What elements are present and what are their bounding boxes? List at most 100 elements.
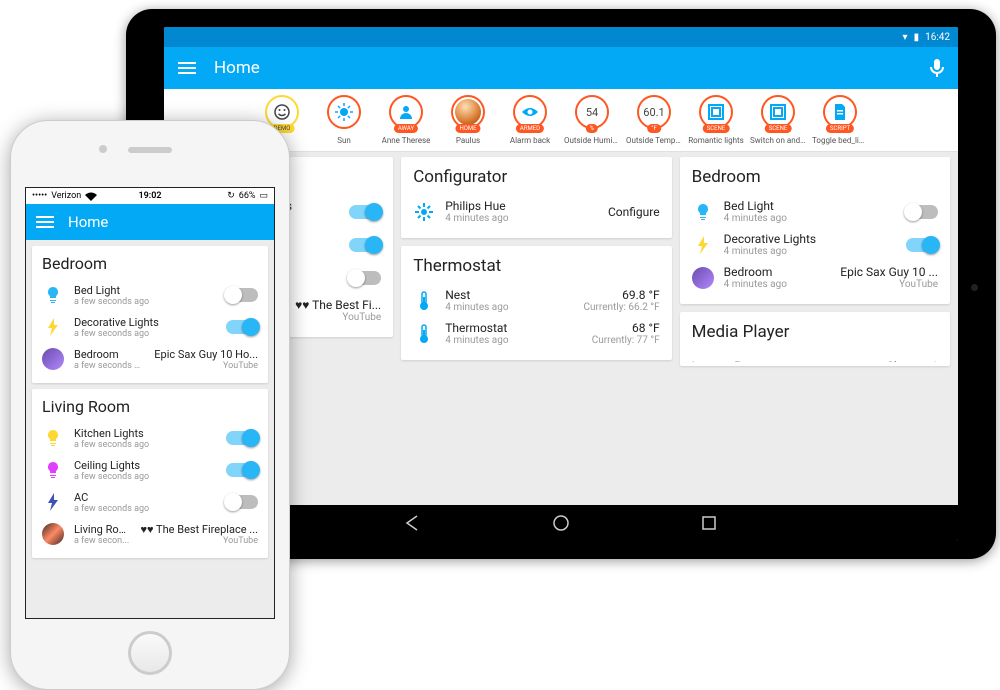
entity-subtitle: a few seconds ago	[74, 504, 216, 514]
face-icon: HOME	[451, 95, 485, 129]
statusbar-time: 16:42	[925, 32, 950, 43]
nav-recent-icon[interactable]	[700, 514, 718, 532]
bolt-yellow-icon	[42, 316, 64, 338]
entity-state: Epic Sax Guy 10 Ho...YouTube	[154, 348, 258, 371]
entity-title: Lounge Room	[692, 359, 877, 362]
toggle-switch[interactable]	[226, 320, 258, 334]
bolt-yellow-icon	[692, 234, 714, 256]
chip-badge: SCENE	[765, 124, 792, 133]
entity-text: Decorative Lights4 minutes ago	[724, 232, 896, 257]
entity-row[interactable]: Lounge RoomChapter 1	[692, 350, 938, 362]
battery-label: 66%	[239, 191, 256, 201]
thermo-icon	[413, 290, 435, 312]
state-chip[interactable]: SCRIPTToggle bed_light	[812, 95, 868, 145]
avatar-orange-icon	[42, 523, 64, 545]
nav-back-icon[interactable]	[404, 514, 422, 532]
chip-badge: HOME	[455, 124, 480, 133]
entity-title: Decorative Lights	[724, 232, 896, 246]
entity-row[interactable]: Bed Lighta few seconds ago	[42, 279, 258, 311]
app-title: Home	[214, 58, 260, 78]
eye-icon: ARMED	[513, 95, 547, 129]
menu-icon[interactable]	[36, 221, 54, 223]
phone-screen: ••••• Verizon 19:02 ↻ 66% ▭ Home Bedroom…	[25, 187, 275, 619]
toggle-switch[interactable]	[349, 238, 381, 252]
entity-text: Kitchen Lightsa few seconds ago	[74, 427, 216, 450]
entity-subtitle: 4 minutes ago	[445, 302, 573, 313]
entity-subtitle: 4 minutes ago	[724, 213, 896, 224]
entity-row[interactable]: Bed Light4 minutes ago	[692, 195, 938, 228]
state-chip[interactable]: SCENERomantic lights	[688, 95, 744, 145]
chip-label: Sun	[337, 137, 351, 145]
entity-row[interactable]: Bedrooma few seconds a... Epic Sax Guy 10…	[42, 343, 258, 375]
entity-row[interactable]: Decorative Lightsa few seconds ago	[42, 311, 258, 343]
value-icon: 60.1°F	[637, 95, 671, 129]
entity-state: Epic Sax Guy 10 ...YouTube	[840, 265, 938, 290]
entity-state: 68 °FCurrently: 77 °F	[592, 321, 660, 346]
wifi-icon	[85, 192, 97, 201]
toggle-switch[interactable]	[906, 205, 938, 219]
wifi-icon: ▾	[903, 32, 908, 43]
person-icon: AWAY	[389, 95, 423, 129]
entity-title: Bed Light	[74, 284, 216, 297]
entity-row[interactable]: Philips Hue4 minutes ago Configure	[413, 195, 659, 228]
phone-cards[interactable]: Bedroom Bed Lighta few seconds agoDecora…	[26, 240, 274, 564]
entity-row[interactable]: ACa few seconds ago	[42, 486, 258, 518]
entity-row[interactable]: Ceiling Lightsa few seconds ago	[42, 454, 258, 486]
entity-text: Bedrooma few seconds a...	[74, 348, 144, 371]
entity-row[interactable]: Thermostat4 minutes ago 68 °FCurrently: 7…	[413, 317, 659, 350]
bolt-blue-icon	[42, 491, 64, 513]
state-chip[interactable]: 60.1°FOutside Temperat...	[626, 95, 682, 145]
nav-home-icon[interactable]	[552, 514, 570, 532]
chip-label: Outside Humidity	[564, 137, 620, 145]
toggle-switch[interactable]	[226, 431, 258, 445]
phone-appbar: Home	[26, 204, 274, 240]
tablet-statusbar: ▾ ▮ 16:42	[164, 27, 958, 47]
bulb-yellow-icon	[42, 427, 64, 449]
state-chip[interactable]: SCENESwitch on and off	[750, 95, 806, 145]
entity-row[interactable]: Decorative Lights4 minutes ago	[692, 228, 938, 261]
toggle-switch[interactable]	[349, 271, 381, 285]
card-title: Living Room	[42, 397, 258, 416]
entity-row[interactable]: Bedroom4 minutes ago Epic Sax Guy 10 ...Y…	[692, 261, 938, 294]
entity-text: Decorative Lightsa few seconds ago	[74, 316, 216, 339]
chip-label: Romantic lights	[688, 137, 744, 145]
entity-text: Bedroom4 minutes ago	[724, 265, 831, 290]
entity-state[interactable]: Configure	[608, 205, 660, 219]
menu-icon[interactable]	[178, 67, 196, 69]
toggle-switch[interactable]	[906, 238, 938, 252]
mic-icon[interactable]	[930, 59, 944, 77]
state-chip[interactable]: Sun	[316, 95, 372, 145]
entity-subtitle: a few seconds a...	[74, 361, 144, 371]
entity-row[interactable]: Kitchen Lightsa few seconds ago	[42, 422, 258, 454]
card-title: Media Player	[692, 322, 938, 342]
toggle-switch[interactable]	[226, 495, 258, 509]
entity-text: Bed Light4 minutes ago	[724, 199, 896, 224]
chip-label: Alarm back	[510, 137, 550, 145]
entity-row[interactable]: Living Rooma few secon...♥♥ The Best Fir…	[42, 518, 258, 550]
card-title: Bedroom	[692, 167, 938, 187]
toggle-switch[interactable]	[349, 205, 381, 219]
entity-text: Ceiling Lightsa few seconds ago	[74, 459, 216, 482]
chip-badge: AWAY	[394, 124, 418, 133]
card-bedroom: Bedroom Bed Light4 minutes ago Decorative…	[680, 157, 950, 304]
state-chip[interactable]: AWAYAnne Therese	[378, 95, 434, 145]
entity-title: Kitchen Lights	[74, 427, 216, 440]
entity-subtitle: a few seconds ago	[74, 440, 216, 450]
carrier-label: Verizon	[51, 191, 81, 201]
state-chip[interactable]: HOMEPaulus	[440, 95, 496, 145]
entity-text: Thermostat4 minutes ago	[445, 321, 582, 346]
entity-text: Philips Hue4 minutes ago	[445, 199, 598, 224]
state-chip[interactable]: 54%Outside Humidity	[564, 95, 620, 145]
entity-title: Thermostat	[445, 321, 582, 335]
entity-state: ♥♥ The Best Fi...YouTube	[295, 298, 381, 323]
phone-home-button[interactable]	[128, 631, 172, 675]
toggle-switch[interactable]	[226, 463, 258, 477]
chip-badge: SCRIPT	[826, 124, 854, 133]
thermo-icon	[413, 323, 435, 345]
toggle-switch[interactable]	[226, 288, 258, 302]
entity-row[interactable]: Nest4 minutes ago69.8 °FCurrently: 66.2 …	[413, 284, 659, 317]
gear-icon	[413, 201, 435, 223]
state-chip[interactable]: ARMED Alarm back	[502, 95, 558, 145]
avatar-icon	[692, 267, 714, 289]
entity-title: Bedroom	[74, 348, 144, 361]
